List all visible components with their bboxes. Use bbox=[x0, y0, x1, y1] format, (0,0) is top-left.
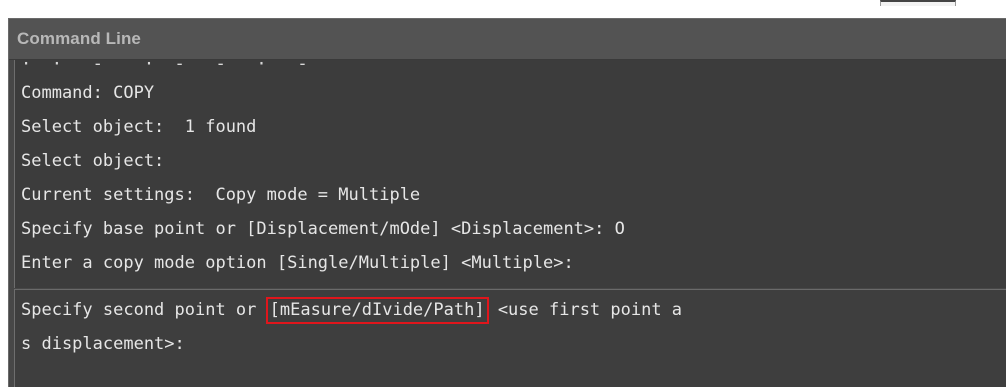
command-line-panel: Command Line · · - · - - · - Command: CO… bbox=[8, 18, 1006, 387]
history-partial-line: · · - · - - · - bbox=[21, 60, 308, 74]
prompt-options-highlight[interactable]: [mEasure/dIvide/Path] bbox=[265, 297, 489, 324]
screen: Command Line · · - · - - · - Command: CO… bbox=[0, 0, 1006, 387]
window-edge bbox=[880, 0, 956, 6]
prompt-text: Specify second point or bbox=[21, 300, 267, 320]
history-line: Specify base point or [Displacement/mOde… bbox=[21, 219, 625, 239]
history-line: Select object: 1 found bbox=[21, 117, 257, 137]
history-line: Enter a copy mode option [Single/Multipl… bbox=[21, 253, 574, 273]
history-line: Select object: bbox=[21, 151, 165, 171]
prompt-default-text: <use first point a bbox=[487, 300, 683, 320]
history-line: Command: COPY bbox=[21, 83, 155, 103]
command-history[interactable]: · · - · - - · - Command: COPY Select obj… bbox=[14, 60, 1006, 288]
panel-title-bar[interactable]: Command Line bbox=[9, 19, 1006, 60]
prompt-continuation-line: s displacement>: bbox=[21, 334, 185, 354]
command-prompt-input[interactable]: Specify second point or [mEasure/dIvide/… bbox=[14, 289, 1006, 387]
panel-title: Command Line bbox=[17, 29, 141, 48]
prompt-line: Specify second point or [mEasure/dIvide/… bbox=[21, 295, 682, 325]
history-line: Current settings: Copy mode = Multiple bbox=[21, 185, 421, 205]
history-list: Command: COPY Select object: 1 found Sel… bbox=[21, 76, 625, 280]
